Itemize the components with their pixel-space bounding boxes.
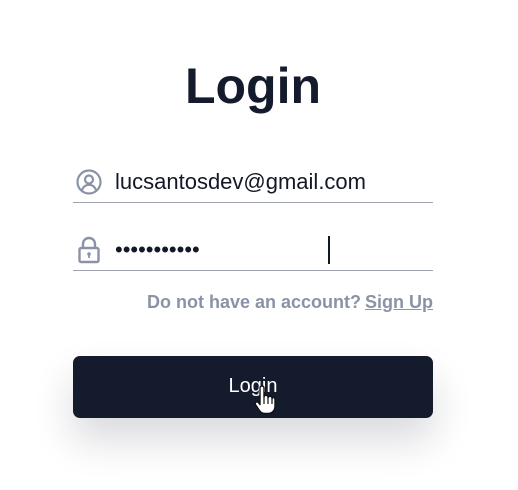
email-field-row bbox=[73, 162, 433, 203]
signup-prompt-text: Do not have an account? bbox=[146, 292, 361, 312]
email-input[interactable] bbox=[115, 166, 415, 198]
signup-prompt-row: Do not have an account? Sign Up bbox=[147, 292, 433, 313]
login-button[interactable]: Login bbox=[73, 356, 433, 418]
user-circle-icon bbox=[74, 167, 104, 197]
password-input-wrapper bbox=[115, 234, 415, 266]
text-caret bbox=[328, 236, 330, 264]
lock-icon bbox=[74, 235, 104, 265]
hand-pointer-icon bbox=[254, 385, 276, 415]
signup-link[interactable]: Sign Up bbox=[365, 292, 433, 312]
login-page: Login Do not have an account?Sign Up bbox=[0, 0, 518, 490]
password-field-row bbox=[73, 230, 433, 271]
password-input[interactable] bbox=[115, 234, 415, 266]
page-title: Login bbox=[184, 58, 322, 114]
